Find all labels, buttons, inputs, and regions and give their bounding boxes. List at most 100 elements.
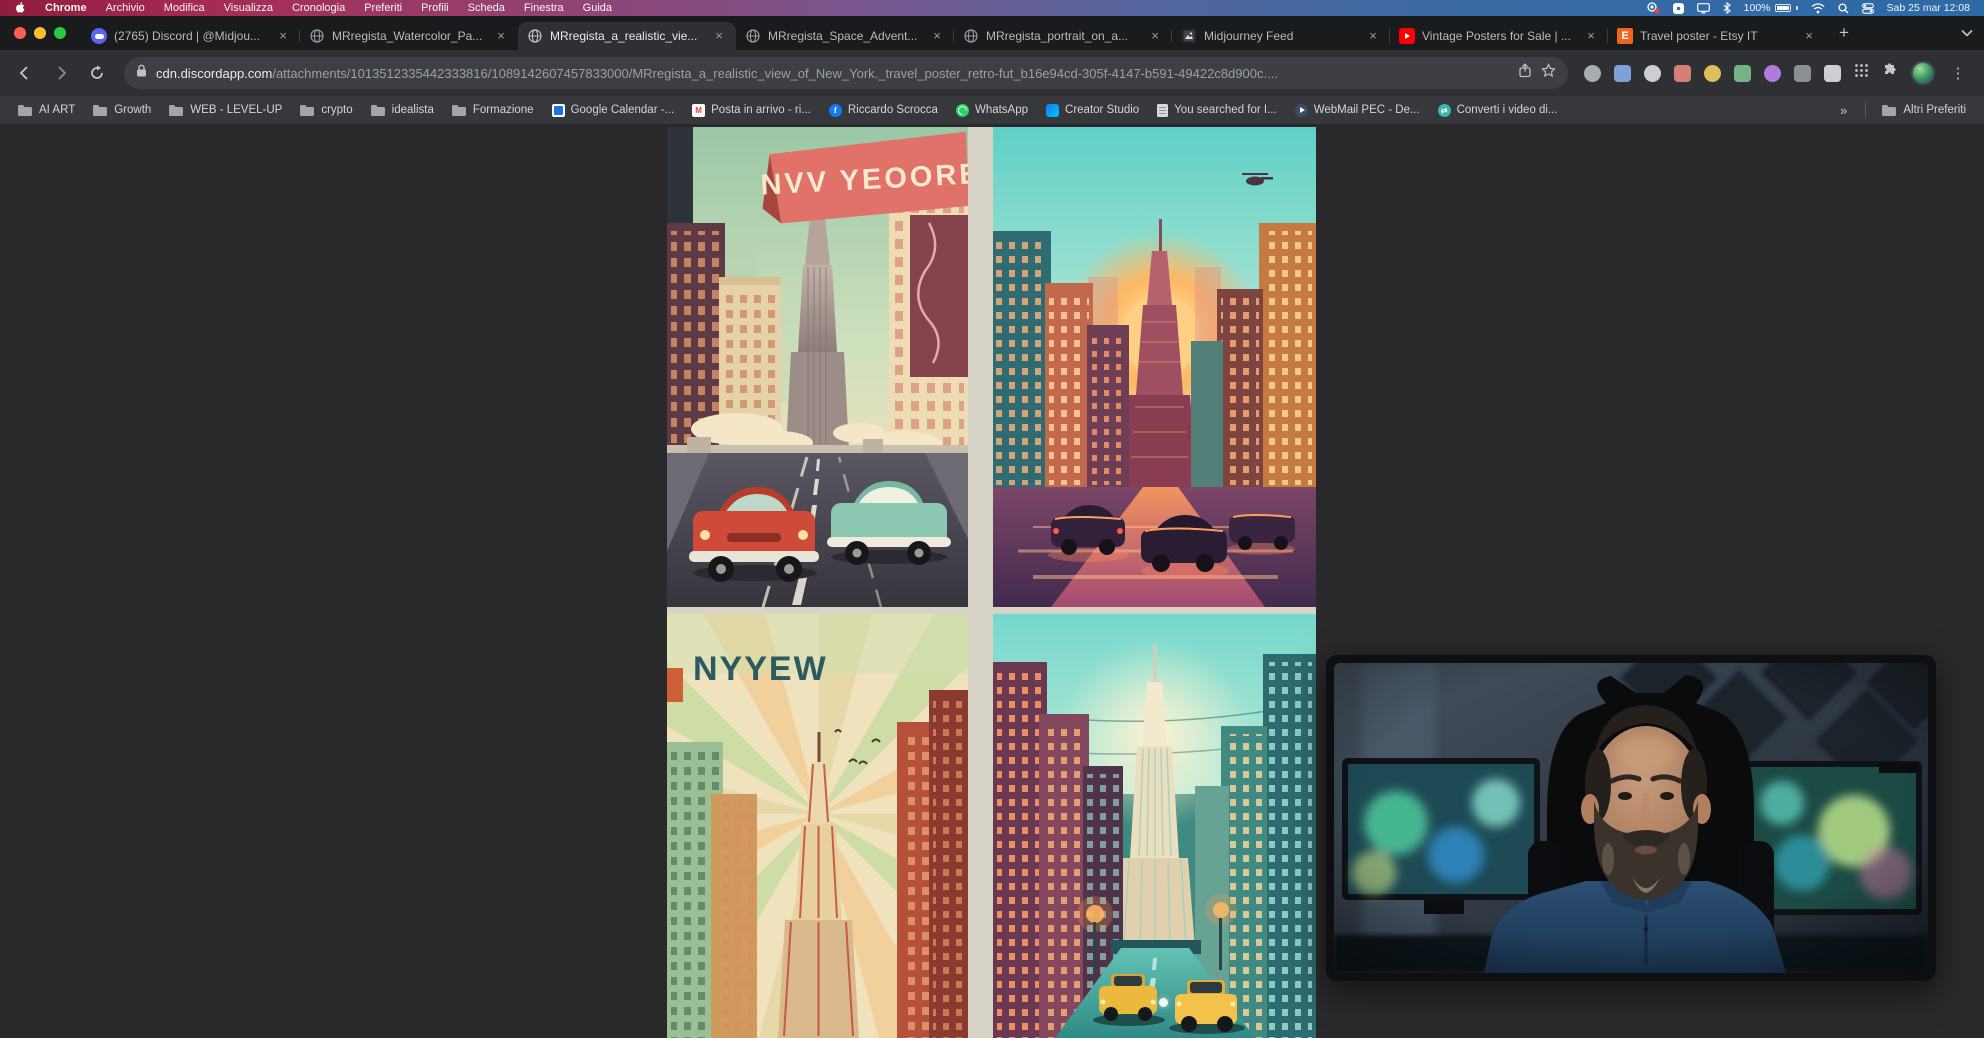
apple-menu-icon[interactable] [14, 2, 26, 14]
bookmark-folder-web-levelup[interactable]: WEB - LEVEL-UP [161, 101, 290, 120]
bookmarks-overflow-chevron[interactable]: » [1830, 103, 1857, 118]
extension-icon[interactable] [1644, 65, 1661, 82]
extension-icon[interactable] [1674, 65, 1691, 82]
menu-clock[interactable]: Sab 25 mar 12:08 [1887, 2, 1970, 14]
menu-item-cronologia[interactable]: Cronologia [292, 2, 345, 14]
menu-item-modifica[interactable]: Modifica [164, 2, 205, 14]
lock-icon [136, 64, 147, 82]
bookmark-label: idealista [392, 104, 434, 116]
battery-icon [1775, 4, 1791, 12]
globe-favicon [527, 28, 543, 44]
extension-icon[interactable] [1764, 65, 1781, 82]
close-tab-icon[interactable]: × [1583, 28, 1599, 44]
menu-item-finestra[interactable]: Finestra [524, 2, 564, 14]
menu-item-visualizza[interactable]: Visualizza [224, 2, 273, 14]
bookmark-label: WEB - LEVEL-UP [190, 104, 282, 116]
spotlight-search-icon[interactable] [1838, 2, 1849, 14]
tab-etsy[interactable]: E Travel poster - Etsy IT × [1608, 22, 1826, 50]
close-tab-icon[interactable]: × [1147, 28, 1163, 44]
close-tab-icon[interactable]: × [493, 28, 509, 44]
close-tab-icon[interactable]: × [711, 28, 727, 44]
close-tab-icon[interactable]: × [929, 28, 945, 44]
screen-recording-icon[interactable] [1646, 2, 1660, 14]
bookmark-google-calendar[interactable]: Google Calendar -... [544, 101, 683, 120]
other-bookmarks-folder[interactable]: Altri Preferiti [1874, 101, 1974, 120]
bookmark-folder-ai-art[interactable]: AI ART [10, 101, 83, 120]
menu-app-name[interactable]: Chrome [45, 2, 87, 14]
url-text: cdn.discordapp.com/attachments/101351233… [156, 66, 1509, 81]
tab-title: MRregista_Watercolor_Pa... [332, 29, 486, 43]
bookmark-webmail-pec[interactable]: WebMail PEC - De... [1287, 101, 1428, 120]
back-button[interactable] [10, 58, 40, 88]
bookmark-label: Creator Studio [1065, 104, 1139, 116]
reload-button[interactable] [82, 58, 112, 88]
chrome-menu-icon[interactable]: ⋮ [1948, 64, 1968, 82]
extension-icon[interactable] [1584, 65, 1601, 82]
tab-title: MRregista_portrait_on_a... [986, 29, 1140, 43]
tab-realistic-view-active[interactable]: MRregista_a_realistic_vie... × [518, 22, 736, 50]
display-icon[interactable] [1697, 2, 1710, 14]
tab-space-adventure[interactable]: MRregista_Space_Advent... × [736, 22, 954, 50]
bookmark-folder-growth[interactable]: Growth [85, 101, 159, 120]
forward-button[interactable] [46, 58, 76, 88]
extension-icon[interactable] [1824, 65, 1841, 82]
bookmark-label: Formazione [473, 104, 534, 116]
extension-icon[interactable] [1734, 65, 1751, 82]
midjourney-image-grid[interactable]: NVV YEOORE [667, 127, 1316, 1038]
mouse-cursor [1159, 998, 1168, 1007]
menu-item-scheda[interactable]: Scheda [468, 2, 505, 14]
creator-studio-icon [1046, 104, 1059, 117]
extensions-area: ⋮ [1580, 61, 1974, 85]
tab-search-chevron-icon[interactable] [1950, 19, 1984, 47]
tab-vintage-posters[interactable]: Vintage Posters for Sale | ... × [1390, 22, 1608, 50]
profile-avatar[interactable] [1911, 61, 1935, 85]
menu-item-profili[interactable]: Profili [421, 2, 449, 14]
extensions-puzzle-icon[interactable] [1882, 63, 1898, 84]
address-bar[interactable]: cdn.discordapp.com/attachments/101351233… [124, 57, 1568, 89]
bookmark-creator-studio[interactable]: Creator Studio [1038, 101, 1147, 120]
wifi-icon[interactable] [1811, 2, 1825, 14]
close-window-button[interactable] [14, 27, 26, 39]
close-tab-icon[interactable]: × [1801, 28, 1817, 44]
bookmark-label: Growth [114, 104, 151, 116]
bookmark-whatsapp[interactable]: WhatsApp [948, 101, 1036, 120]
bookmark-star-icon[interactable] [1541, 63, 1556, 83]
control-center-icon[interactable] [1862, 2, 1874, 14]
battery-status[interactable]: 100% [1744, 2, 1798, 14]
bookmark-folder-idealista[interactable]: idealista [363, 101, 442, 120]
bookmark-gmail[interactable]: MPosta in arrivo - ri... [684, 101, 819, 120]
close-tab-icon[interactable]: × [275, 28, 291, 44]
bookmark-facebook-profile[interactable]: fRiccardo Scrocca [821, 101, 946, 120]
extension-icon[interactable] [1704, 65, 1721, 82]
minimize-window-button[interactable] [34, 27, 46, 39]
bookmark-folder-formazione[interactable]: Formazione [444, 101, 542, 120]
menu-item-preferiti[interactable]: Preferiti [364, 2, 402, 14]
bookmark-folder-crypto[interactable]: crypto [292, 101, 360, 120]
globe-favicon [309, 28, 325, 44]
password-manager-icon[interactable] [1673, 2, 1684, 14]
tab-discord[interactable]: (2765) Discord | @Midjou... × [82, 22, 300, 50]
menu-item-guida[interactable]: Guida [583, 2, 612, 14]
extension-icon[interactable] [1794, 65, 1811, 82]
extensions-grid-icon[interactable] [1854, 63, 1869, 83]
etsy-favicon: E [1617, 28, 1633, 44]
tab-midjourney-feed[interactable]: Midjourney Feed × [1172, 22, 1390, 50]
battery-icon-nub [1796, 6, 1798, 10]
zoom-window-button[interactable] [54, 27, 66, 39]
extension-icon[interactable] [1614, 65, 1631, 82]
bookmark-converti-video[interactable]: ⇄Converti i video di... [1430, 101, 1566, 120]
facebook-icon: f [829, 104, 842, 117]
bluetooth-icon[interactable] [1723, 2, 1731, 14]
menu-item-archivio[interactable]: Archivio [106, 2, 145, 14]
tab-watercolor[interactable]: MRregista_Watercolor_Pa... × [300, 22, 518, 50]
new-tab-button[interactable]: + [1830, 19, 1858, 47]
tab-portrait[interactable]: MRregista_portrait_on_a... × [954, 22, 1172, 50]
close-tab-icon[interactable]: × [1365, 28, 1381, 44]
window-controls [0, 27, 82, 39]
bookmark-you-searched[interactable]: You searched for I... [1149, 101, 1285, 120]
google-calendar-icon [552, 104, 565, 117]
folder-icon [169, 104, 184, 117]
tab-title: (2765) Discord | @Midjou... [114, 29, 268, 43]
folder-icon [300, 104, 315, 117]
share-icon[interactable] [1518, 63, 1532, 83]
